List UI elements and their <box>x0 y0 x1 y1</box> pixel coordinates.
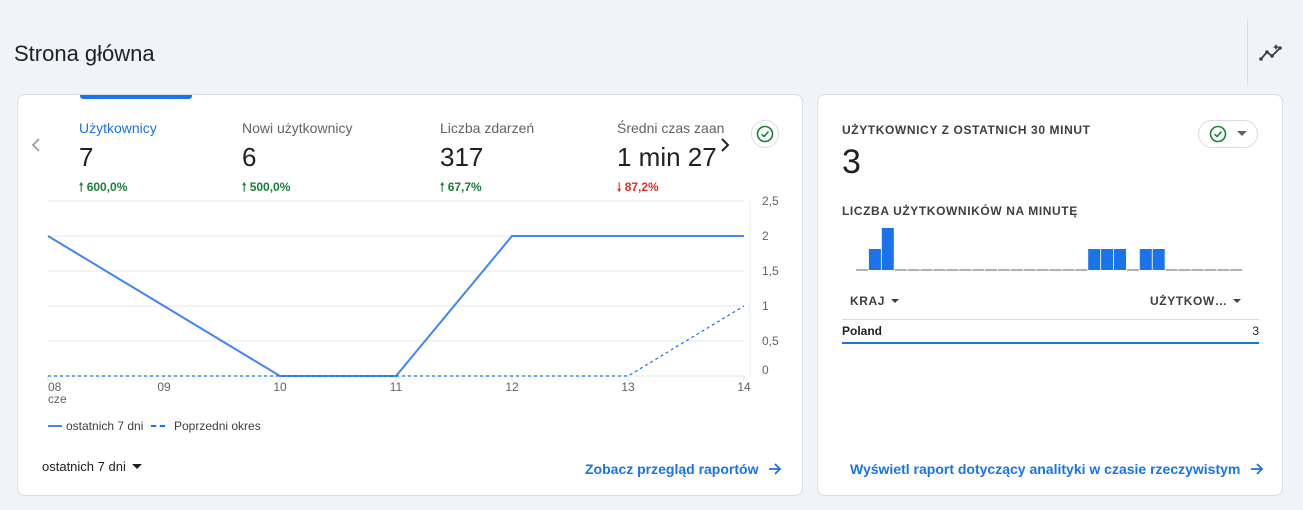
page-title: Strona główna <box>14 41 155 66</box>
header-divider <box>1247 20 1248 84</box>
minute-bar <box>868 249 881 270</box>
insights-icon <box>1259 44 1282 61</box>
x-tick-label: 12 <box>505 380 519 394</box>
x-tick-label: 13 <box>621 380 635 394</box>
arrow-right-icon <box>769 463 782 475</box>
view-reports-link[interactable]: Zobacz przegląd raportów <box>585 461 782 477</box>
view-reports-label: Zobacz przegląd raportów <box>585 461 759 477</box>
y-tick-label: 2,5 <box>762 194 779 208</box>
country-column-label: KRAJ <box>850 294 886 308</box>
caret-down-icon <box>1233 298 1242 303</box>
minute-bar <box>1139 249 1152 270</box>
country-cell: Poland <box>842 324 883 338</box>
legend-current-label: ostatnich 7 dni <box>66 419 144 433</box>
arrow-right-icon <box>1251 463 1264 475</box>
x-tick-label: 09 <box>157 380 171 394</box>
minute-bar <box>881 228 894 270</box>
minute-bar <box>1101 249 1114 270</box>
y-tick-label: 1 <box>762 299 769 313</box>
x-tick-label: 11 <box>390 380 403 394</box>
country-column-header[interactable]: KRAJ <box>850 294 900 308</box>
per-minute-bar-chart <box>856 228 1243 271</box>
insights-button[interactable] <box>1256 40 1286 66</box>
realtime-report-link[interactable]: Wyświetl raport dotyczący analityki w cz… <box>850 461 1264 477</box>
overview-card: Użytkownicy 7 🠑 600,0% Nowi użytkownicy … <box>17 94 803 496</box>
line-chart: 00,511,522,508 09 10 11 12 13 14cze <box>47 194 779 406</box>
x-tick-label: 10 <box>273 380 287 394</box>
legend-current: ostatnich 7 dni <box>48 419 143 433</box>
realtime-card: UŻYTKOWNICY Z OSTATNICH 30 MINUT 3 LICZB… <box>817 94 1283 496</box>
minute-bar <box>1152 249 1165 270</box>
table-divider <box>842 319 1259 320</box>
users-cell: 3 <box>1252 324 1259 338</box>
x-tick-label: 14 <box>737 380 751 394</box>
y-tick-label: 0,5 <box>762 334 779 348</box>
users-column-label: UŻYTKOW… <box>1150 294 1228 308</box>
x-tick-sublabel: cze <box>48 392 67 406</box>
realtime-report-label: Wyświetl raport dotyczący analityki w cz… <box>850 461 1241 477</box>
y-tick-label: 2 <box>762 229 769 243</box>
legend-solid-swatch <box>48 425 62 427</box>
users-column-header[interactable]: UŻYTKOW… <box>1150 294 1242 308</box>
minute-bar <box>1114 249 1126 270</box>
table-row: Poland 3 <box>842 323 1259 344</box>
y-tick-label: 1,5 <box>762 264 779 278</box>
date-range-dropdown[interactable]: ostatnich 7 dni <box>42 459 142 474</box>
caret-down-icon <box>131 463 142 469</box>
legend-previous: Poprzedni okres <box>151 419 261 433</box>
caret-down-icon <box>891 298 900 303</box>
legend-dashed-swatch <box>151 425 165 427</box>
date-range-label: ostatnich 7 dni <box>42 459 126 474</box>
legend-previous-label: Poprzedni okres <box>174 419 261 433</box>
y-tick-label: 0 <box>762 363 769 377</box>
minute-bar <box>1088 249 1101 270</box>
